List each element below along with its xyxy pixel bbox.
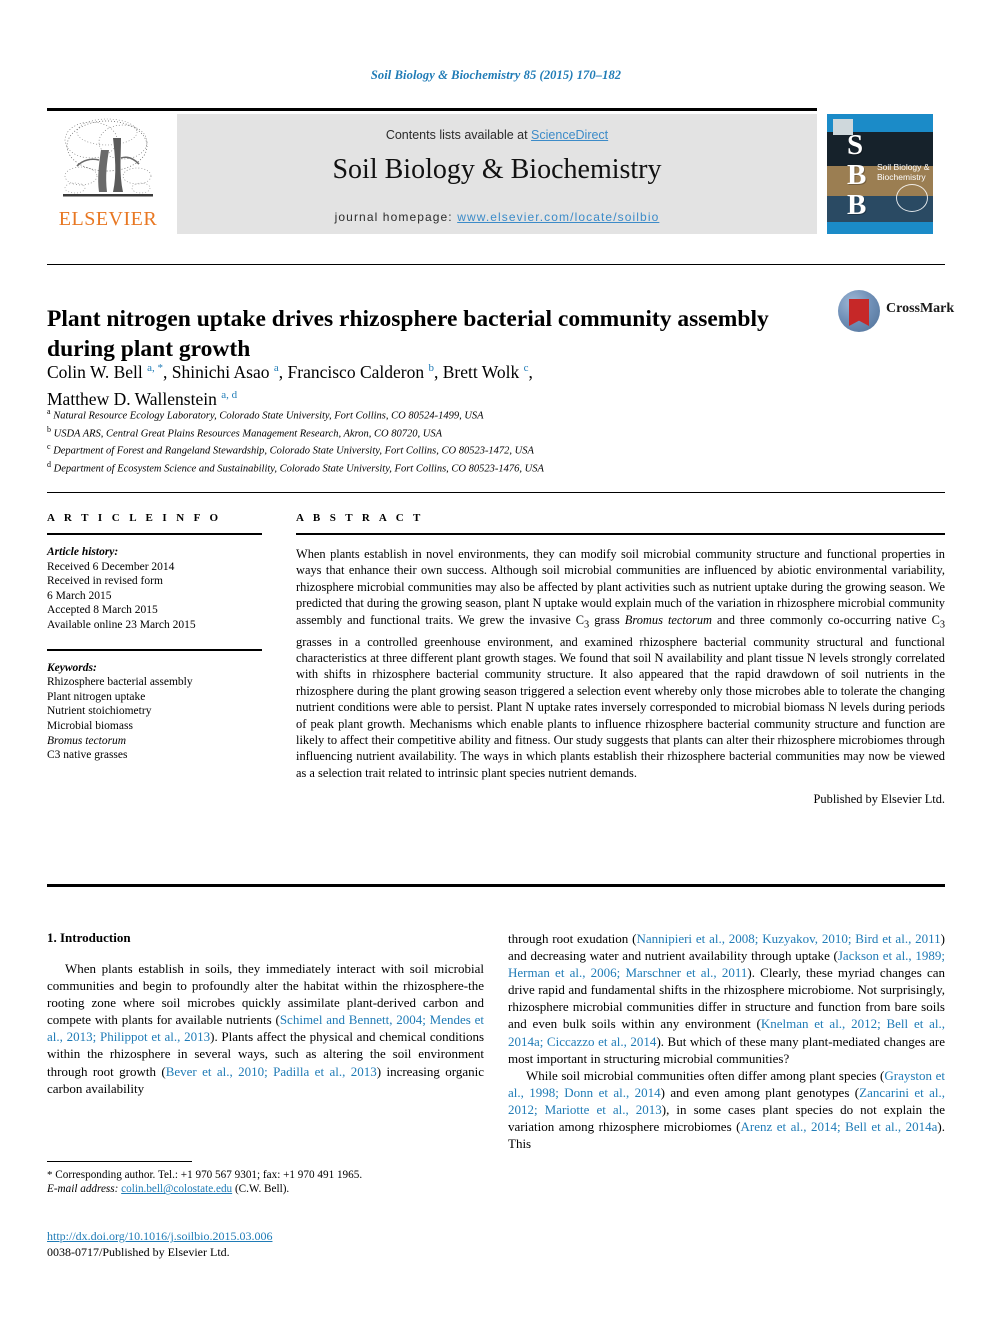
keyword-item: Nutrient stoichiometry [47,705,152,718]
cover-band-photo-1 [827,132,933,166]
journal-title: Soil Biology & Biochemistry [332,154,662,185]
info-bottom-divider [47,884,945,887]
journal-homepage-link[interactable]: www.elsevier.com/locate/soilbio [457,210,659,224]
author-email-link[interactable]: colin.bell@colostate.edu [121,1183,232,1195]
abstract-rule [296,533,945,535]
contents-available-line: Contents lists available at ScienceDirec… [177,128,817,142]
corresponding-author-note: * Corresponding author. Tel.: +1 970 567… [47,1168,484,1197]
history-item: Received 6 December 2014 [47,560,175,573]
article-history: Article history: Received 6 December 201… [47,545,262,633]
abstract-publisher-line: Published by Elsevier Ltd. [813,792,945,807]
cover-initials: SBB [847,129,867,221]
journal-banner: Contents lists available at ScienceDirec… [177,114,817,234]
affiliation-mark: b [47,424,51,434]
email-suffix: (C.W. Bell). [234,1183,290,1196]
homepage-label: journal homepage: [334,210,458,224]
title-divider [47,264,945,265]
affiliation-text: Department of Forest and Rangeland Stewa… [53,445,534,457]
journal-cover-thumbnail[interactable]: SBB Soil Biology & Biochemistry [827,114,933,234]
elsevier-logo: ELSEVIER [49,114,167,234]
doi-block: http://dx.doi.org/10.1016/j.soilbio.2015… [47,1228,484,1260]
affiliation-text: Department of Ecosystem Science and Sust… [53,463,544,475]
author-list: Colin W. Bell a, *, Shinichi Asao a, Fra… [47,357,817,411]
email-line: E-mail address: colin.bell@colostate.edu… [47,1182,484,1196]
history-item: 6 March 2015 [47,589,112,602]
history-item: Available online 23 March 2015 [47,618,196,631]
intro-paragraph-left: When plants establish in soils, they imm… [47,961,485,1096]
corresponding-author-line: * Corresponding author. Tel.: +1 970 567… [47,1169,363,1181]
affiliation-text: USDA ARS, Central Great Plains Resources… [53,428,442,440]
history-item: Received in revised form [47,575,163,588]
article-history-label: Article history: [47,546,119,558]
issn-line: 0038-0717/Published by Elsevier Ltd. [47,1245,230,1259]
elsevier-tree-icon [57,116,159,204]
section-heading-introduction: 1. Introduction [47,930,131,945]
body-left-column: 1. Introduction When plants establish in… [47,930,484,1097]
affiliation-mark: a [47,407,51,416]
affiliation-item: d Department of Ecosystem Science and Su… [47,458,817,476]
crossmark-circle-icon [838,290,880,332]
article-page: Soil Biology & Biochemistry 85 (2015) 17… [0,0,992,1323]
body-right-column: through root exudation (Nannipieri et al… [508,930,945,1152]
crossmark-badge[interactable]: CrossMark [838,288,954,336]
affiliation-item: b USDA ARS, Central Great Plains Resourc… [47,423,817,441]
email-label: E-mail address: [47,1183,119,1196]
article-info-column: A R T I C L E I N F O Article history: R… [47,512,262,763]
affiliation-list: a Natural Resource Ecology Laboratory, C… [47,405,817,476]
keyword-item: Bromus tectorum [47,734,127,747]
intro-paragraph-right-2: While soil microbial communities often d… [508,1067,945,1152]
intro-paragraph-right-1: through root exudation (Nannipieri et al… [508,931,945,1066]
keywords-rule [47,648,262,651]
affiliation-text: Natural Resource Ecology Laboratory, Col… [53,410,484,422]
affiliation-item: c Department of Forest and Rangeland Ste… [47,440,817,458]
crossmark-label: CrossMark [886,301,955,316]
keyword-list: Keywords: Rhizosphere bacterial assembly… [47,661,262,763]
keywords-label: Keywords: [47,661,97,674]
masthead-top-rule [47,108,817,111]
doi-link[interactable]: http://dx.doi.org/10.1016/j.soilbio.2015… [47,1229,272,1243]
abstract-column: A B S T R A C T When plants establish in… [296,512,945,807]
info-top-divider [47,492,945,493]
keyword-item: Plant nitrogen uptake [47,690,146,703]
article-info-rule [47,533,262,535]
contents-prefix: Contents lists available at [385,128,532,142]
journal-masthead: ELSEVIER Contents lists available at Sci… [47,108,945,235]
affiliation-mark: d [47,460,51,470]
sciencedirect-link[interactable]: ScienceDirect [531,128,608,142]
keyword-item: Microbial biomass [47,719,133,732]
keyword-item: Rhizosphere bacterial assembly [47,676,193,689]
journal-homepage-line: journal homepage: www.elsevier.com/locat… [177,210,817,224]
keyword-item: C3 native grasses [47,749,128,762]
article-info-heading: A R T I C L E I N F O [47,512,222,524]
author-line-1: Colin W. Bell a, *, Shinichi Asao a, Fra… [47,361,533,382]
affiliation-item: a Natural Resource Ecology Laboratory, C… [47,405,817,423]
history-item: Accepted 8 March 2015 [47,604,158,617]
running-head: Soil Biology & Biochemistry 85 (2015) 17… [370,68,622,82]
abstract-text: When plants establish in novel environme… [296,547,946,780]
abstract-heading: A B S T R A C T [296,512,424,524]
page-title: Plant nitrogen uptake drives rhizosphere… [47,305,769,362]
affiliation-mark: c [47,442,51,452]
cover-elsevier-mark [896,184,928,212]
footnote-divider [47,1161,192,1162]
elsevier-wordmark: ELSEVIER [58,208,158,230]
crossmark-book-icon [849,299,869,326]
cover-journal-title: Soil Biology & Biochemistry [877,162,930,182]
